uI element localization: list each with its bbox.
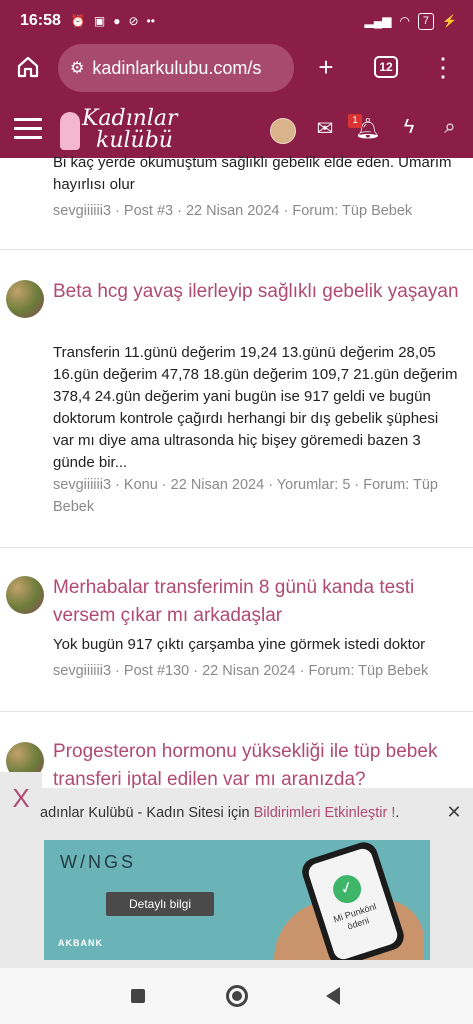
charging-icon: ⚡ — [442, 14, 457, 28]
url-bar[interactable]: ⚙ kadinlarkulubu.com/s — [58, 44, 294, 92]
new-tab-button[interactable]: + — [308, 49, 344, 85]
site-logo[interactable]: Kadınlar kulübü — [60, 108, 178, 152]
result-title[interactable]: Beta hcg yavaş ilerleyip sağlıklı gebeli… — [53, 278, 463, 306]
result-meta: sevgiiiiii3 · Post #3 · 22 Nisan 2024 · … — [53, 203, 413, 219]
avatar[interactable] — [6, 280, 44, 318]
user-avatar[interactable] — [270, 118, 296, 144]
site-settings-icon[interactable]: ⚙ — [70, 58, 84, 78]
close-ad-button[interactable]: X — [0, 772, 42, 824]
blocked-icon: ⊘ — [128, 14, 139, 28]
status-bar: 16:58 ⏰ ▣ ● ⊘ •• ▂▄▆ ◠ 7 ⚡ — [0, 0, 473, 42]
logo-figure-icon — [60, 112, 80, 150]
result-snippet: Yok bugün 917 çıktı çarşamba yine görmek… — [53, 636, 426, 653]
home-button[interactable] — [10, 49, 46, 85]
tab-switcher-button[interactable]: 12 — [368, 49, 404, 85]
battery-icon: 7 — [417, 12, 435, 30]
phone-screen-text: Mi Punkönl ödeni — [332, 901, 378, 932]
advertisement[interactable]: W/NGS Detaylı bilgi AKBANK ✓ Mi Punkönl … — [44, 840, 430, 960]
result-snippet: Bi kaç yerde okumuştum sağlıklı gebelik … — [53, 154, 452, 193]
tab-count: 12 — [374, 56, 398, 78]
notification-banner: X adınlar Kulübü - Kadın Sitesi için Bil… — [0, 772, 473, 968]
result-title[interactable]: Merhabalar transferimin 8 günü kanda tes… — [53, 574, 463, 630]
hamburger-menu-icon[interactable] — [14, 118, 42, 142]
chat-icon: ● — [113, 14, 121, 28]
result-snippet: Transferin 11.günü değerim 19,24 13.günü… — [53, 344, 458, 471]
home-icon — [17, 56, 39, 78]
system-nav-bar — [0, 968, 473, 1024]
result-meta: sevgiiiiii3 · Post #130 · 22 Nisan 2024 … — [53, 663, 429, 679]
avatar[interactable] — [6, 576, 44, 614]
mail-icon[interactable]: ✉ — [312, 116, 338, 141]
ad-details-button[interactable]: Detaylı bilgi — [106, 892, 214, 916]
browser-toolbar: ⚙ kadinlarkulubu.com/s + 12 ⋮ — [0, 42, 473, 104]
more-notifications-icon: •• — [146, 14, 155, 28]
wifi-icon: ◠ — [399, 14, 410, 28]
home-nav-icon[interactable] — [226, 985, 248, 1007]
more-vert-icon: ⋮ — [430, 51, 456, 82]
status-notification-icons: ⏰ ▣ ● ⊘ •• — [71, 14, 155, 28]
result-meta: sevgiiiiii3 · Konu · 22 Nisan 2024 · Yor… — [53, 477, 438, 515]
notification-message: adınlar Kulübü - Kadın Sitesi için — [40, 805, 254, 821]
list-item[interactable]: Merhabalar transferimin 8 günü kanda tes… — [0, 548, 473, 712]
enable-notifications-link[interactable]: Bildirimleri Etkinleştir ! — [254, 805, 396, 821]
alarm-icon: ⏰ — [70, 14, 86, 28]
notification-suffix: . — [395, 805, 400, 821]
signal-icon: ▂▄▆ — [364, 14, 392, 28]
list-item[interactable]: Bi kaç yerde okumuştum sağlıklı gebelik … — [0, 154, 473, 250]
status-system-icons: ▂▄▆ ◠ 7 ⚡ — [364, 12, 457, 30]
plus-icon: + — [318, 51, 334, 82]
back-icon[interactable] — [326, 987, 340, 1005]
status-time: 16:58 — [20, 12, 61, 29]
app-notification-icon: ▣ — [93, 14, 106, 28]
result-title[interactable]: Progesteron hormonu yüksekliği ile tüp b… — [53, 738, 463, 794]
browser-menu-button[interactable]: ⋮ — [425, 49, 461, 85]
notification-badge: 1 — [348, 114, 362, 128]
lightning-icon[interactable]: ϟ — [396, 116, 422, 139]
list-item[interactable]: Beta hcg yavaş ilerleyip sağlıklı gebeli… — [0, 250, 473, 548]
ad-bank-logo: AKBANK — [58, 938, 103, 948]
ad-brand: W/NGS — [60, 852, 136, 872]
site-header: Kadınlar kulübü ✉ 🔔︎ ϟ ⌕ — [0, 104, 473, 158]
url-text: kadinlarkulubu.com/s — [92, 57, 262, 78]
notification-text: adınlar Kulübü - Kadın Sitesi için Bildi… — [40, 805, 399, 821]
recent-apps-icon[interactable] — [131, 989, 145, 1003]
search-icon[interactable]: ⌕ — [437, 116, 463, 139]
check-icon: ✓ — [329, 871, 365, 907]
close-notification-icon[interactable]: ✕ — [442, 800, 466, 824]
